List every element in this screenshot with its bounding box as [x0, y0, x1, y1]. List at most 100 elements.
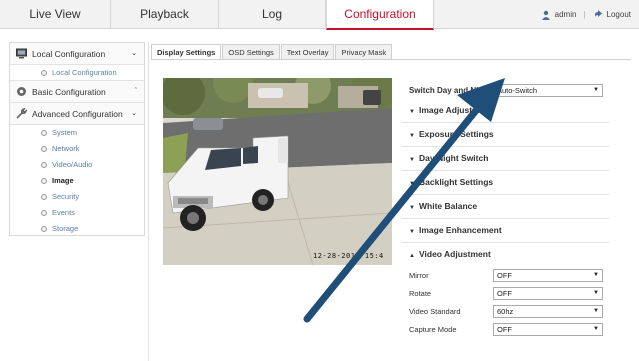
mirror-label: Mirror — [409, 271, 429, 280]
user-separator: | — [583, 10, 586, 19]
sidebar-item-label: Events — [52, 208, 75, 217]
tab-playback[interactable]: Playback — [111, 0, 219, 29]
sidebar-item-label: Image — [52, 176, 74, 185]
settings-panel: Switch Day and Ni... Auto-Switch ▼ ▼ Imag… — [401, 78, 609, 339]
dropdown-arrow-icon: ▼ — [593, 272, 599, 278]
sidebar-item-security[interactable]: Security — [10, 189, 144, 205]
capture-mode-label: Capture Mode — [409, 325, 457, 334]
group-label: Day/Night Switch — [419, 153, 489, 163]
caret-right-icon: ▼ — [409, 157, 415, 163]
group-day-night-switch[interactable]: ▼ Day/Night Switch — [401, 147, 609, 171]
select-value: OFF — [497, 289, 512, 298]
dropdown-arrow-icon: ▼ — [593, 308, 599, 314]
video-standard-select[interactable]: 60hz ▼ — [493, 305, 603, 318]
group-label: White Balance — [419, 201, 478, 211]
sidebar-section-advanced[interactable]: Advanced Configuration ⌄ — [10, 103, 144, 125]
gear-icon — [17, 87, 26, 96]
logout-link[interactable]: Logout — [607, 0, 631, 29]
video-preview: 12-28-2015 15:4 — [163, 78, 392, 265]
group-label: Backlight Settings — [419, 177, 494, 187]
group-image-enhancement[interactable]: ▼ Image Enhancement — [401, 219, 609, 243]
user-box: admin | Logout — [541, 0, 631, 29]
sidebar-item-events[interactable]: Events — [10, 205, 144, 221]
sidebar-item-video-audio[interactable]: Video/Audio — [10, 157, 144, 173]
camera-scene: 12-28-2015 15:4 — [163, 78, 392, 265]
config-sidebar: Local Configuration ⌄ Local Configuratio… — [9, 42, 145, 236]
dropdown-arrow-icon: ▼ — [593, 87, 599, 93]
bullet-icon — [41, 226, 47, 232]
tab-osd-settings[interactable]: OSD Settings — [222, 44, 280, 60]
sidebar-item-local-configuration[interactable]: Local Configuration — [10, 65, 144, 81]
sidebar-item-label: Security — [52, 192, 80, 201]
sidebar-item-label: Local Configuration — [52, 68, 117, 77]
bullet-icon — [41, 194, 47, 200]
bullet-icon — [41, 130, 47, 136]
chevron-up-icon: ˆ — [134, 88, 137, 95]
caret-right-icon: ▼ — [409, 205, 415, 211]
sidebar-item-label: Video/Audio — [52, 160, 93, 169]
sidebar-section-basic[interactable]: Basic Configuration ˆ — [10, 81, 144, 103]
dropdown-arrow-icon: ▼ — [593, 326, 599, 332]
group-label: Image Adjustment — [419, 105, 493, 115]
tab-live-view[interactable]: Live View — [0, 0, 111, 29]
caret-right-icon: ▼ — [409, 109, 415, 115]
chevron-down-icon: ⌄ — [131, 110, 137, 117]
tab-text-overlay[interactable]: Text Overlay — [280, 44, 335, 60]
rotate-row: Rotate OFF ▼ — [401, 285, 609, 303]
tab-divider — [151, 59, 631, 60]
caret-right-icon: ▼ — [409, 229, 415, 235]
sidebar-item-network[interactable]: Network — [10, 141, 144, 157]
content-area: Display Settings OSD Settings Text Overl… — [148, 42, 632, 361]
top-nav: Live View Playback Log Configuration adm… — [0, 0, 639, 30]
tab-configuration[interactable]: Configuration — [326, 0, 434, 30]
bullet-icon — [41, 162, 47, 168]
chevron-down-icon: ⌄ — [131, 50, 137, 57]
mirror-row: Mirror OFF ▼ — [401, 267, 609, 285]
tab-display-settings[interactable]: Display Settings — [151, 44, 222, 60]
dropdown-arrow-icon: ▼ — [593, 290, 599, 296]
content-tabs: Display Settings OSD Settings Text Overl… — [151, 44, 393, 60]
rotate-label: Rotate — [409, 289, 432, 298]
username[interactable]: admin — [555, 0, 577, 29]
tab-privacy-mask[interactable]: Privacy Mask — [335, 44, 393, 60]
select-value: Auto-Switch — [497, 86, 538, 95]
sidebar-item-system[interactable]: System — [10, 125, 144, 141]
switch-day-night-select[interactable]: Auto-Switch ▼ — [493, 84, 603, 97]
caret-right-icon: ▼ — [409, 181, 415, 187]
sidebar-section-label: Advanced Configuration — [32, 109, 123, 119]
group-exposure-settings[interactable]: ▼ Exposure Settings — [401, 123, 609, 147]
caret-right-icon: ▼ — [409, 133, 415, 139]
user-icon — [541, 10, 550, 20]
osd-timestamp: 12-28-2015 15:4 — [313, 252, 384, 260]
bullet-icon — [41, 210, 47, 216]
bullet-icon — [41, 146, 47, 152]
wrench-icon — [16, 108, 27, 119]
rotate-select[interactable]: OFF ▼ — [493, 287, 603, 300]
sidebar-item-storage[interactable]: Storage — [10, 221, 144, 237]
group-label: Video Adjustment — [419, 249, 491, 259]
caret-up-icon: ▲ — [409, 253, 415, 259]
group-white-balance[interactable]: ▼ White Balance — [401, 195, 609, 219]
computer-icon — [16, 48, 27, 59]
logout-icon — [594, 9, 602, 17]
group-video-adjustment[interactable]: ▲ Video Adjustment — [401, 243, 609, 267]
capture-mode-row: Capture Mode OFF ▼ — [401, 321, 609, 339]
sidebar-section-label: Local Configuration — [32, 49, 106, 59]
group-label: Exposure Settings — [419, 129, 494, 139]
select-value: OFF — [497, 271, 512, 280]
video-standard-row: Video Standard 60hz ▼ — [401, 303, 609, 321]
select-value: OFF — [497, 325, 512, 334]
tab-log[interactable]: Log — [219, 0, 326, 29]
sidebar-section-label: Basic Configuration — [32, 87, 106, 97]
switch-day-night-label: Switch Day and Ni... — [409, 86, 486, 95]
group-label: Image Enhancement — [419, 225, 502, 235]
mirror-select[interactable]: OFF ▼ — [493, 269, 603, 282]
sidebar-item-image[interactable]: Image — [10, 173, 144, 189]
sidebar-section-local[interactable]: Local Configuration ⌄ — [10, 43, 144, 65]
group-backlight-settings[interactable]: ▼ Backlight Settings — [401, 171, 609, 195]
select-value: 60hz — [497, 307, 514, 316]
group-image-adjustment[interactable]: ▼ Image Adjustment — [401, 99, 609, 123]
video-standard-label: Video Standard — [409, 307, 461, 316]
capture-mode-select[interactable]: OFF ▼ — [493, 323, 603, 336]
bullet-icon — [41, 178, 47, 184]
